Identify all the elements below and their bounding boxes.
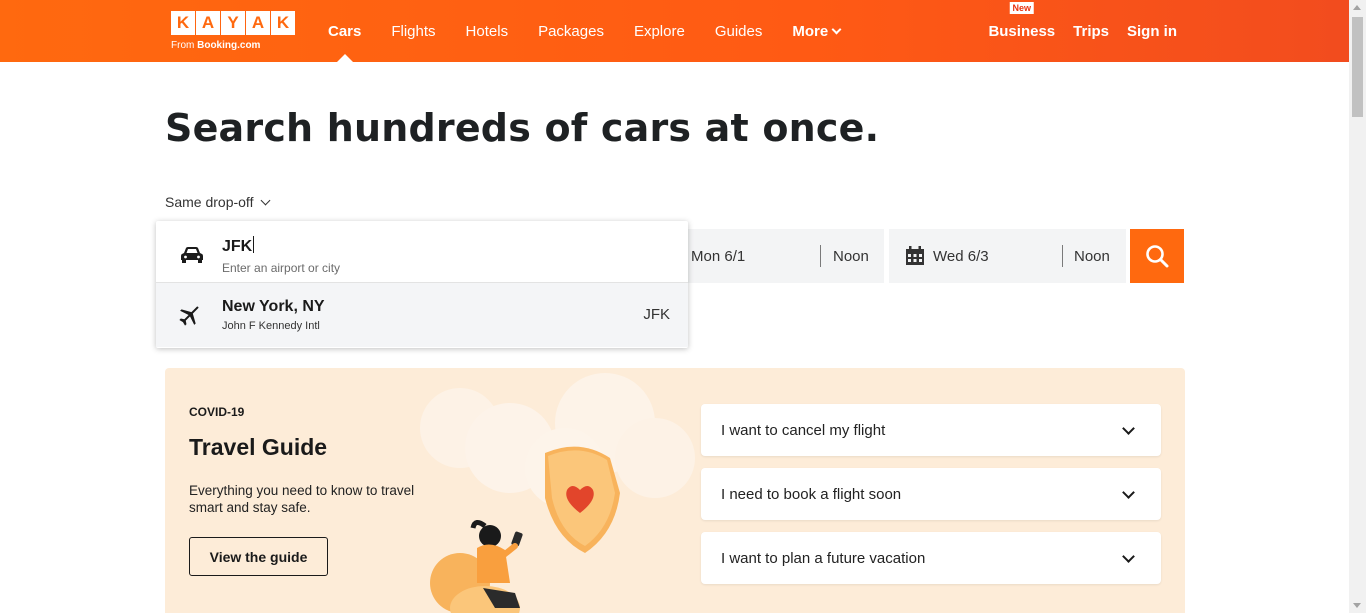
nav-cars[interactable]: Cars xyxy=(328,0,361,62)
faq-label: I want to cancel my flight xyxy=(721,421,886,439)
chevron-down-icon xyxy=(1122,550,1135,563)
chevron-down-icon xyxy=(831,24,842,34)
sign-in-link[interactable]: Sign in xyxy=(1127,23,1177,40)
scroll-down-arrow-icon[interactable] xyxy=(1353,603,1361,608)
nav-guides-label: Guides xyxy=(714,22,763,40)
logo-letter: Y xyxy=(221,11,245,35)
dropoff-mode-select[interactable]: Same drop-off xyxy=(165,194,271,210)
nav-more[interactable]: More xyxy=(792,0,842,62)
account-nav: New Business Trips Sign in xyxy=(970,0,1177,62)
suggestion-item[interactable]: New York, NY John F Kennedy Intl JFK xyxy=(156,283,688,347)
scroll-thumb[interactable] xyxy=(1352,17,1363,117)
scroll-up-arrow-icon[interactable] xyxy=(1353,5,1361,10)
kayak-logo[interactable]: K A Y A K xyxy=(171,11,295,35)
suggestion-airport: John F Kennedy Intl xyxy=(222,320,320,332)
faq-cancel-flight[interactable]: I want to cancel my flight xyxy=(701,404,1161,456)
chevron-down-icon xyxy=(1122,422,1135,435)
business-label: Business xyxy=(988,22,1056,40)
faq-label: I need to book a flight soon xyxy=(721,485,902,503)
active-indicator xyxy=(336,54,353,62)
covid-travel-guide: COVID-19 Travel Guide Everything you nee… xyxy=(165,368,1185,613)
logo-letter: A xyxy=(196,11,220,35)
logo-letter: K xyxy=(271,11,295,35)
nav-hotels[interactable]: Hotels xyxy=(466,0,509,62)
travel-illustration xyxy=(420,373,695,613)
dropoff-mode-label: Same drop-off xyxy=(165,194,254,210)
suggestion-city: New York, NY xyxy=(222,298,325,315)
suggestion-code: JFK xyxy=(643,306,670,323)
faq-plan-vacation[interactable]: I want to plan a future vacation xyxy=(701,532,1161,584)
pickup-date[interactable]: Mon 6/1 xyxy=(691,248,745,265)
calendar-icon xyxy=(906,246,924,265)
nav-more-label: More xyxy=(792,22,829,40)
field-divider xyxy=(1062,245,1063,267)
dropoff-datetime-field: Wed 6/3 Noon xyxy=(889,229,1126,283)
logo-subtitle: From Booking.com xyxy=(171,40,260,51)
logo-sub-brand: Booking.com xyxy=(197,40,261,51)
nav-flights[interactable]: Flights xyxy=(391,0,435,62)
nav-hotels-label: Hotels xyxy=(465,22,509,40)
business-link[interactable]: New Business xyxy=(988,1,1056,40)
search-icon xyxy=(1146,245,1169,268)
chevron-down-icon xyxy=(1122,486,1135,499)
logo-sub-prefix: From xyxy=(171,40,198,51)
airplane-icon xyxy=(179,306,199,326)
new-badge: New xyxy=(1009,1,1035,14)
pickup-time[interactable]: Noon xyxy=(833,248,869,265)
guide-kicker: COVID-19 xyxy=(189,405,245,419)
location-input[interactable]: JFK Enter an airport or city xyxy=(156,221,688,283)
logo-letter: A xyxy=(246,11,270,35)
search-button[interactable] xyxy=(1130,229,1184,283)
nav-packages-label: Packages xyxy=(538,22,604,40)
car-icon xyxy=(181,247,203,263)
location-value-text: JFK xyxy=(222,238,253,255)
nav-explore-label: Explore xyxy=(633,22,685,40)
field-divider xyxy=(820,245,821,267)
nav-cars-label: Cars xyxy=(328,22,362,40)
faq-book-flight[interactable]: I need to book a flight soon xyxy=(701,468,1161,520)
logo-letter: K xyxy=(171,11,195,35)
trips-link[interactable]: Trips xyxy=(1073,23,1109,40)
pickup-datetime-field: Mon 6/1 Noon xyxy=(676,229,884,283)
guide-title: Travel Guide xyxy=(189,434,328,460)
text-cursor xyxy=(253,236,255,253)
nav-packages[interactable]: Packages xyxy=(538,0,604,62)
nav-explore[interactable]: Explore xyxy=(634,0,685,62)
location-autocomplete: JFK Enter an airport or city New York, N… xyxy=(156,221,688,348)
location-hint: Enter an airport or city xyxy=(222,261,341,275)
dropoff-time[interactable]: Noon xyxy=(1074,248,1110,265)
page-scrollbar[interactable] xyxy=(1349,0,1366,613)
guide-description: Everything you need to know to travel sm… xyxy=(189,483,415,515)
view-guide-button[interactable]: View the guide xyxy=(189,537,328,576)
nav-guides[interactable]: Guides xyxy=(715,0,763,62)
main-nav: Cars Flights Hotels Packages Explore Gui… xyxy=(328,0,870,62)
location-input-value[interactable]: JFK xyxy=(222,236,255,256)
chevron-down-icon xyxy=(261,195,271,205)
faq-label: I want to plan a future vacation xyxy=(721,549,926,567)
top-header: K A Y A K From Booking.com Cars Flights … xyxy=(0,0,1349,62)
nav-flights-label: Flights xyxy=(391,22,436,40)
dropoff-date[interactable]: Wed 6/3 xyxy=(933,248,989,265)
page-title: Search hundreds of cars at once. xyxy=(165,106,880,150)
